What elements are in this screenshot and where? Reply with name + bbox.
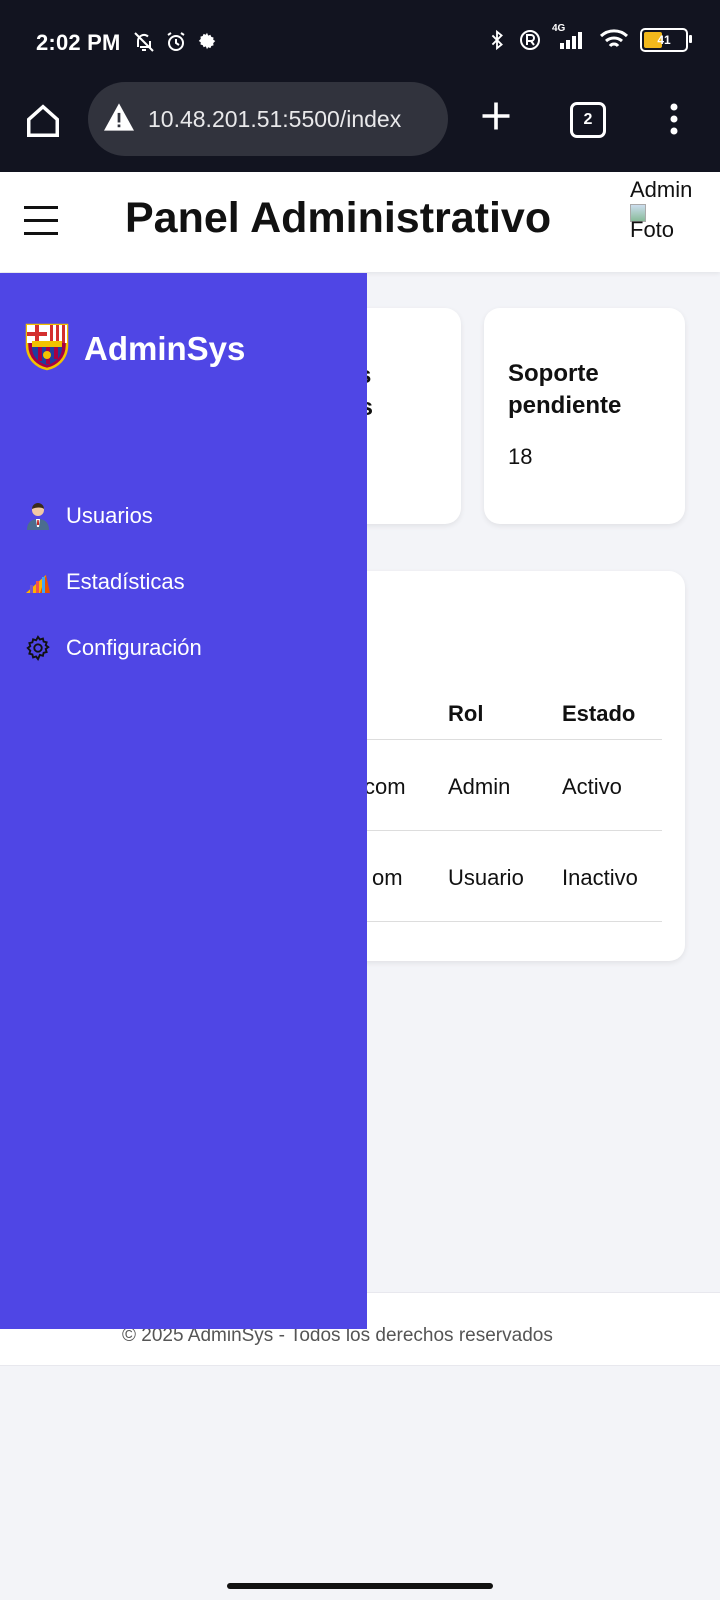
sidebar-nav: Usuarios Estadísticas Configuración	[24, 483, 202, 681]
cell-estado: Activo	[562, 774, 622, 799]
home-icon[interactable]	[24, 102, 62, 145]
battery-icon: 41	[640, 28, 692, 52]
url-text[interactable]: 10.48.201.51:5500/index	[148, 106, 401, 133]
sidebar-item-usuarios[interactable]: Usuarios	[24, 483, 202, 549]
address-bar[interactable]: 10.48.201.51:5500/index	[88, 82, 448, 156]
user-label: Admin	[630, 177, 693, 202]
cell-estado: Inactivo	[562, 865, 638, 890]
wifi-icon	[598, 28, 630, 52]
club-crest-logo-icon	[24, 321, 70, 376]
gear-icon	[24, 634, 52, 662]
bluetooth-icon	[486, 28, 508, 52]
sidebar-item-label: Configuración	[66, 635, 202, 660]
column-header-rol: Rol	[448, 701, 484, 726]
battery-level: 41	[657, 33, 671, 47]
brand[interactable]: AdminSys	[24, 321, 245, 376]
stat-card-value: 18	[508, 444, 533, 469]
user-info[interactable]: Admin Foto	[630, 178, 720, 242]
gear-icon	[196, 30, 218, 54]
user-icon	[24, 502, 52, 530]
app-header: Panel Administrativo Admin Foto	[0, 172, 720, 272]
new-tab-icon[interactable]	[478, 98, 514, 139]
network-label: 4G	[552, 23, 566, 34]
cell-rol: Admin	[448, 774, 511, 799]
sidebar-item-configuracion[interactable]: Configuración	[24, 615, 202, 681]
alarm-icon	[164, 30, 188, 54]
status-time: 2:02 PM	[36, 30, 121, 55]
brand-name: AdminSys	[84, 329, 246, 367]
cell-email: om	[372, 865, 403, 890]
registered-icon	[518, 28, 542, 52]
sidebar-item-label: Estadísticas	[66, 569, 185, 594]
page-title: Panel Administrativo	[125, 194, 552, 242]
bell-off-icon	[132, 30, 156, 54]
more-menu-icon[interactable]	[668, 102, 680, 141]
tab-switcher-button[interactable]: 2	[570, 102, 606, 138]
signal-icon: 4G	[552, 23, 588, 51]
sidebar-item-label: Usuarios	[66, 503, 153, 528]
menu-toggle-button[interactable]	[24, 206, 58, 245]
column-header-estado: Estado	[562, 701, 636, 726]
stat-card-support: Soporte pendiente 18	[484, 308, 685, 524]
status-bar: 2:02 PM 4G 41	[0, 0, 720, 82]
sidebar-item-estadisticas[interactable]: Estadísticas	[24, 549, 202, 615]
stat-card-title: Soporte pendiente	[508, 360, 622, 419]
browser-toolbar: 10.48.201.51:5500/index 2	[0, 82, 720, 172]
gesture-navigation-bar[interactable]	[227, 1583, 493, 1589]
warning-icon[interactable]	[102, 102, 136, 137]
cell-email: com	[364, 774, 406, 799]
cell-rol: Usuario	[448, 865, 524, 890]
chart-icon	[24, 568, 52, 596]
sidebar-drawer: AdminSys Usuarios Estadísticas Configura…	[0, 273, 367, 1329]
avatar-alt-text: Foto	[630, 217, 675, 242]
